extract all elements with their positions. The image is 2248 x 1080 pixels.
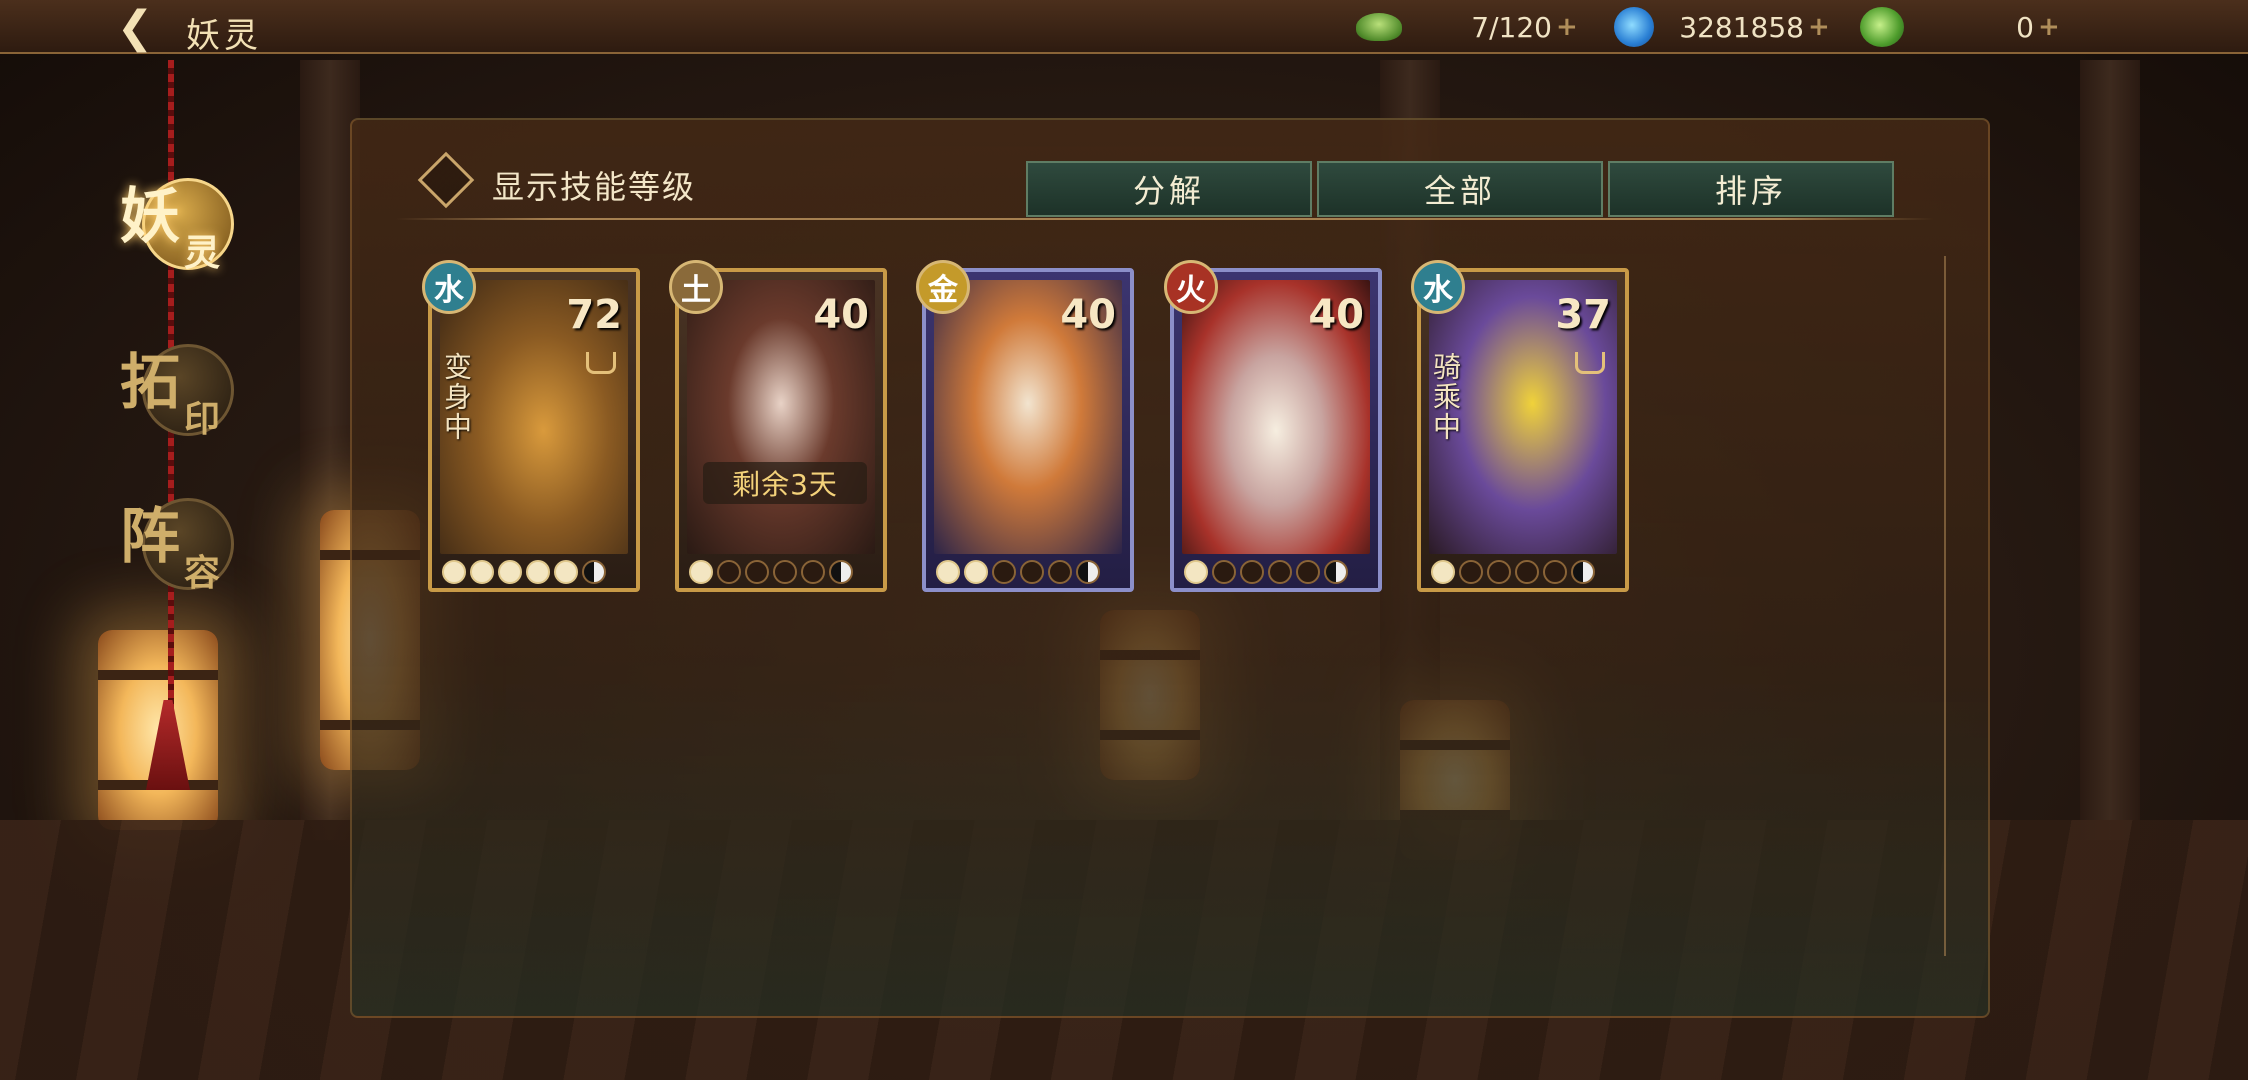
- spirit-level: 72: [566, 292, 622, 338]
- sort-button[interactable]: 排序: [1608, 161, 1894, 217]
- spirit-card[interactable]: 土 40 剩余3天: [669, 260, 887, 592]
- panel-divider: [396, 218, 1934, 220]
- star-icon: [1020, 560, 1044, 584]
- star-icon: [1431, 560, 1455, 584]
- spirit-level: 40: [813, 292, 869, 338]
- spirit-card[interactable]: 水 37 骑乘中: [1411, 260, 1629, 592]
- yin-yang-icon: [829, 560, 853, 584]
- spirit-card[interactable]: 金 40: [916, 260, 1134, 592]
- lock-icon: [586, 352, 616, 374]
- spirit-status: 变身中: [440, 352, 473, 442]
- star-icon: [1459, 560, 1483, 584]
- star-icon: [470, 560, 494, 584]
- star-icon: [1048, 560, 1072, 584]
- water-element-badge: 水: [1411, 260, 1465, 314]
- star-icon: [964, 560, 988, 584]
- sidebar-item-label: 拓: [120, 348, 180, 418]
- plus-icon[interactable]: +: [1808, 12, 1830, 42]
- blue-gourd-icon: [1614, 7, 1654, 47]
- star-icon: [1515, 560, 1539, 584]
- sidebar-item-label: 容: [184, 552, 221, 594]
- back-button[interactable]: ❮: [110, 6, 160, 50]
- sidebar-item-label: 阵: [120, 502, 180, 572]
- filter-all-button[interactable]: 全部: [1317, 161, 1603, 217]
- metal-element-badge: 金: [916, 260, 970, 314]
- yin-yang-icon: [1571, 560, 1595, 584]
- star-icon: [498, 560, 522, 584]
- sidebar-item-zhenrong[interactable]: 阵 容: [112, 488, 234, 598]
- fire-element-badge: 火: [1164, 260, 1218, 314]
- sidebar-item-yaoling[interactable]: 妖 灵: [112, 168, 234, 278]
- spirit-level: 37: [1555, 292, 1611, 338]
- spirit-level: 40: [1060, 292, 1116, 338]
- earth-element-badge: 土: [669, 260, 723, 314]
- top-bar: ❮ 妖灵 7/120 + 3281858 + 0 +: [0, 0, 2248, 56]
- sidebar-item-tuoyin[interactable]: 拓 印: [112, 334, 234, 444]
- remaining-time-badge: 剩余3天: [703, 462, 867, 504]
- plus-icon[interactable]: +: [1556, 12, 1578, 42]
- resource-value: 3281858: [1679, 10, 1804, 44]
- show-skill-level-label[interactable]: 显示技能等级: [492, 162, 696, 208]
- resource-jade[interactable]: 7/120 +: [1356, 6, 1596, 48]
- star-icon: [1212, 560, 1236, 584]
- lock-icon: [1575, 352, 1605, 374]
- background-pillar: [2080, 60, 2140, 840]
- spirit-card[interactable]: 水 72 变身中: [422, 260, 640, 592]
- yin-yang-icon: [1076, 560, 1100, 584]
- chevron-left-icon: ❮: [116, 2, 154, 53]
- spirit-card[interactable]: 火 40: [1164, 260, 1382, 592]
- plus-icon[interactable]: +: [2038, 12, 2060, 42]
- star-icon: [554, 560, 578, 584]
- star-icon: [745, 560, 769, 584]
- star-icon: [1487, 560, 1511, 584]
- star-icon: [1296, 560, 1320, 584]
- star-icon: [1543, 560, 1567, 584]
- star-icon: [1268, 560, 1292, 584]
- star-icon: [936, 560, 960, 584]
- sidebar-item-label: 印: [184, 398, 221, 440]
- star-icon: [442, 560, 466, 584]
- yin-yang-icon: [1324, 560, 1348, 584]
- resource-coin[interactable]: 0 +: [1860, 6, 2070, 48]
- decompose-button[interactable]: 分解: [1026, 161, 1312, 217]
- panel-scrollbar-track[interactable]: [1944, 256, 1946, 956]
- spirit-status: 骑乘中: [1429, 352, 1462, 442]
- star-icon: [717, 560, 741, 584]
- resource-value: 7/120: [1471, 10, 1552, 44]
- star-icon: [992, 560, 1016, 584]
- resource-value: 0: [2016, 10, 2034, 44]
- star-icon: [1240, 560, 1264, 584]
- star-icon: [801, 560, 825, 584]
- star-rating: [689, 560, 853, 584]
- star-icon: [689, 560, 713, 584]
- star-icon: [526, 560, 550, 584]
- sidebar-item-label: 灵: [184, 232, 221, 274]
- green-coin-icon: [1860, 7, 1904, 47]
- star-icon: [773, 560, 797, 584]
- resource-gourd[interactable]: 3281858 +: [1614, 6, 1834, 48]
- spirit-level: 40: [1308, 292, 1364, 338]
- page-title: 妖灵: [186, 16, 262, 56]
- star-rating: [1184, 560, 1348, 584]
- green-jade-icon: [1356, 13, 1402, 41]
- star-icon: [1184, 560, 1208, 584]
- yin-yang-icon: [582, 560, 606, 584]
- star-rating: [936, 560, 1100, 584]
- sidebar-item-label: 妖: [120, 182, 180, 252]
- star-rating: [1431, 560, 1595, 584]
- star-rating: [442, 560, 606, 584]
- water-element-badge: 水: [422, 260, 476, 314]
